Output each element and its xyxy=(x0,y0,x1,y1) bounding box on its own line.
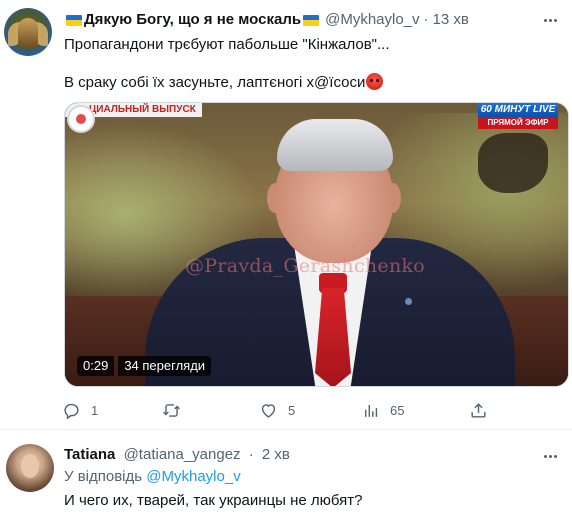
tweet-text-line1: Пропагандони трєбуют пабольше "Кінжалов"… xyxy=(64,36,390,53)
more-icon[interactable] xyxy=(540,446,560,466)
reply-icon xyxy=(64,403,79,419)
author-handle[interactable]: @Mykhaylo_v xyxy=(325,11,419,29)
more-icon[interactable] xyxy=(540,10,560,30)
video-duration: 0:29 xyxy=(77,356,115,376)
tweet-text-line2: В сраку собі їх засуньте, лаптєногі х@їс… xyxy=(64,73,384,93)
angry-face-emoji xyxy=(366,73,384,90)
reply-author-display-name[interactable]: Tatiana xyxy=(64,446,115,463)
video-watermark: @Pravda_Gerashchenko xyxy=(185,255,426,277)
main-tweet[interactable]: Дякую Богу, що я не москаль @Mykhaylo_v … xyxy=(0,0,572,430)
replying-to-label: У відповідь xyxy=(64,468,143,485)
video-player[interactable]: ЦИАЛЬНЫЙ ВЫПУСК 60 МИНУТ LIVE ПРЯМОЙ ЭФИ… xyxy=(64,102,569,387)
video-views: 34 перегляди xyxy=(118,356,212,376)
like-button[interactable]: 5 xyxy=(259,399,295,421)
tweet-text-line2-content: В сраку собі їх засуньте, лаптєногі х@їс… xyxy=(64,74,366,91)
flag-ukraine-icon xyxy=(66,14,82,26)
share-icon xyxy=(471,402,486,418)
reply-timestamp[interactable]: 2 хв xyxy=(262,446,290,463)
like-count: 5 xyxy=(288,402,296,418)
reply-author-avatar[interactable] xyxy=(6,444,54,492)
views-count: 65 xyxy=(390,402,405,418)
live-badge: 60 МИНУТ LIVE ПРЯМОЙ ЭФИР xyxy=(478,103,558,129)
action-bar: 1 5 65 xyxy=(62,399,492,421)
video-info: 0:29 34 перегляди xyxy=(77,356,212,376)
views-chart-icon xyxy=(365,404,378,417)
reply-author-handle[interactable]: @tatiana_yangez xyxy=(124,446,241,463)
reply-header: Tatiana @tatiana_yangez · 2 хв xyxy=(64,446,290,464)
retweet-button[interactable] xyxy=(162,399,191,421)
replying-to-handle[interactable]: @Mykhaylo_v xyxy=(146,468,240,485)
separator-dot: · xyxy=(423,11,429,28)
author-display-name[interactable]: Дякую Богу, що я не москаль xyxy=(84,11,301,29)
share-button[interactable] xyxy=(469,399,488,421)
tweet-timestamp[interactable]: 13 хв xyxy=(433,11,469,29)
live-badge-top: 60 МИНУТ LIVE xyxy=(478,103,558,117)
heart-icon xyxy=(261,403,276,418)
live-badge-bottom: ПРЯМОЙ ЭФИР xyxy=(478,117,558,129)
retweet-icon xyxy=(163,403,180,417)
views-button[interactable]: 65 xyxy=(361,399,404,421)
video-frame-person xyxy=(65,103,568,386)
reply-button[interactable]: 1 xyxy=(62,399,98,421)
flag-ukraine-icon xyxy=(303,14,320,26)
separator-dot: · xyxy=(248,446,254,463)
reply-count: 1 xyxy=(91,402,99,418)
reply-text: И чего их, тварей, так украинцы не любят… xyxy=(64,492,363,509)
channel-logo-icon xyxy=(67,105,95,133)
tweet-header: Дякую Богу, що я не москаль @Mykhaylo_v … xyxy=(64,11,469,29)
author-avatar[interactable] xyxy=(4,8,52,56)
replying-to: У відповідь @Mykhaylo_v xyxy=(64,468,241,486)
